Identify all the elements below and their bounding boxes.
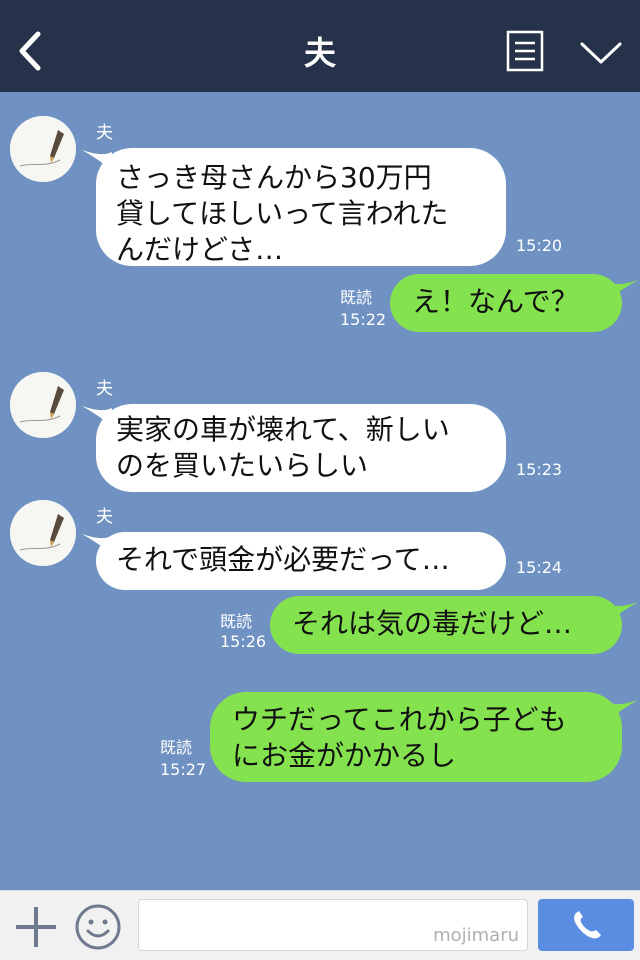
chevron-left-icon [19, 31, 41, 71]
phone-icon [574, 911, 601, 939]
message-input[interactable]: mojimaru [138, 899, 528, 951]
chevron-down-icon [580, 42, 622, 64]
chat-header: 夫 [0, 0, 640, 92]
chat-area[interactable]: 夫 さっき母さんから30万円 貸してほしいって言われた んだけどさ… 15:20… [0, 92, 640, 890]
collapse-button[interactable] [578, 36, 624, 68]
message-text: それで頭金が必要だって… [116, 543, 450, 576]
message-bubble[interactable]: それで頭金が必要だって… [96, 532, 506, 590]
bubble-tail [608, 602, 638, 622]
message-time: 15:22 [340, 310, 387, 329]
message-time: 15:24 [516, 558, 563, 577]
message-text: 実家の車が壊れて、新しい のを買いたいらしい [116, 413, 450, 482]
message-time: 15:23 [516, 460, 563, 479]
message-bubble[interactable]: え！なんで？ [390, 274, 622, 332]
sender-name: 夫 [96, 507, 113, 527]
message-bubble[interactable]: さっき母さんから30万円 貸してほしいって言われた んだけどさ… [96, 148, 506, 266]
message-text: ウチだってこれから子ども にお金がかかるし [232, 703, 567, 772]
input-bar: mojimaru [0, 890, 640, 960]
message-text: え！なんで？ [412, 285, 579, 318]
read-receipt: 既読 [220, 612, 253, 631]
message-time: 15:26 [220, 632, 267, 651]
sender-name: 夫 [96, 123, 113, 143]
smiley-icon [75, 904, 121, 950]
bubble-tail [608, 280, 638, 300]
menu-button[interactable] [506, 30, 544, 72]
pen-icon [10, 116, 76, 182]
pen-icon [10, 500, 76, 566]
message-text: さっき母さんから30万円 貸してほしいって言われた んだけどさ… [116, 161, 449, 266]
avatar[interactable] [10, 500, 76, 566]
message-bubble[interactable]: ウチだってこれから子ども にお金がかかるし [210, 692, 622, 782]
watermark: mojimaru [433, 925, 519, 946]
plus-icon [16, 907, 56, 947]
read-receipt: 既読 [160, 738, 193, 757]
list-icon [506, 30, 544, 72]
add-button[interactable] [14, 905, 58, 949]
bubble-tail [608, 700, 638, 720]
pen-icon [10, 372, 76, 438]
avatar[interactable] [10, 116, 76, 182]
chat-title: 夫 [303, 34, 336, 72]
back-button[interactable] [14, 30, 48, 72]
message-time: 15:20 [516, 236, 563, 255]
avatar[interactable] [10, 372, 76, 438]
call-button[interactable] [538, 899, 634, 951]
read-receipt: 既読 [340, 288, 373, 307]
sender-name: 夫 [96, 379, 113, 399]
emoji-button[interactable] [74, 903, 122, 951]
message-text: それは気の毒だけど… [292, 607, 573, 640]
message-bubble[interactable]: 実家の車が壊れて、新しい のを買いたいらしい [96, 404, 506, 492]
message-bubble[interactable]: それは気の毒だけど… [270, 596, 622, 654]
message-time: 15:27 [160, 760, 207, 779]
